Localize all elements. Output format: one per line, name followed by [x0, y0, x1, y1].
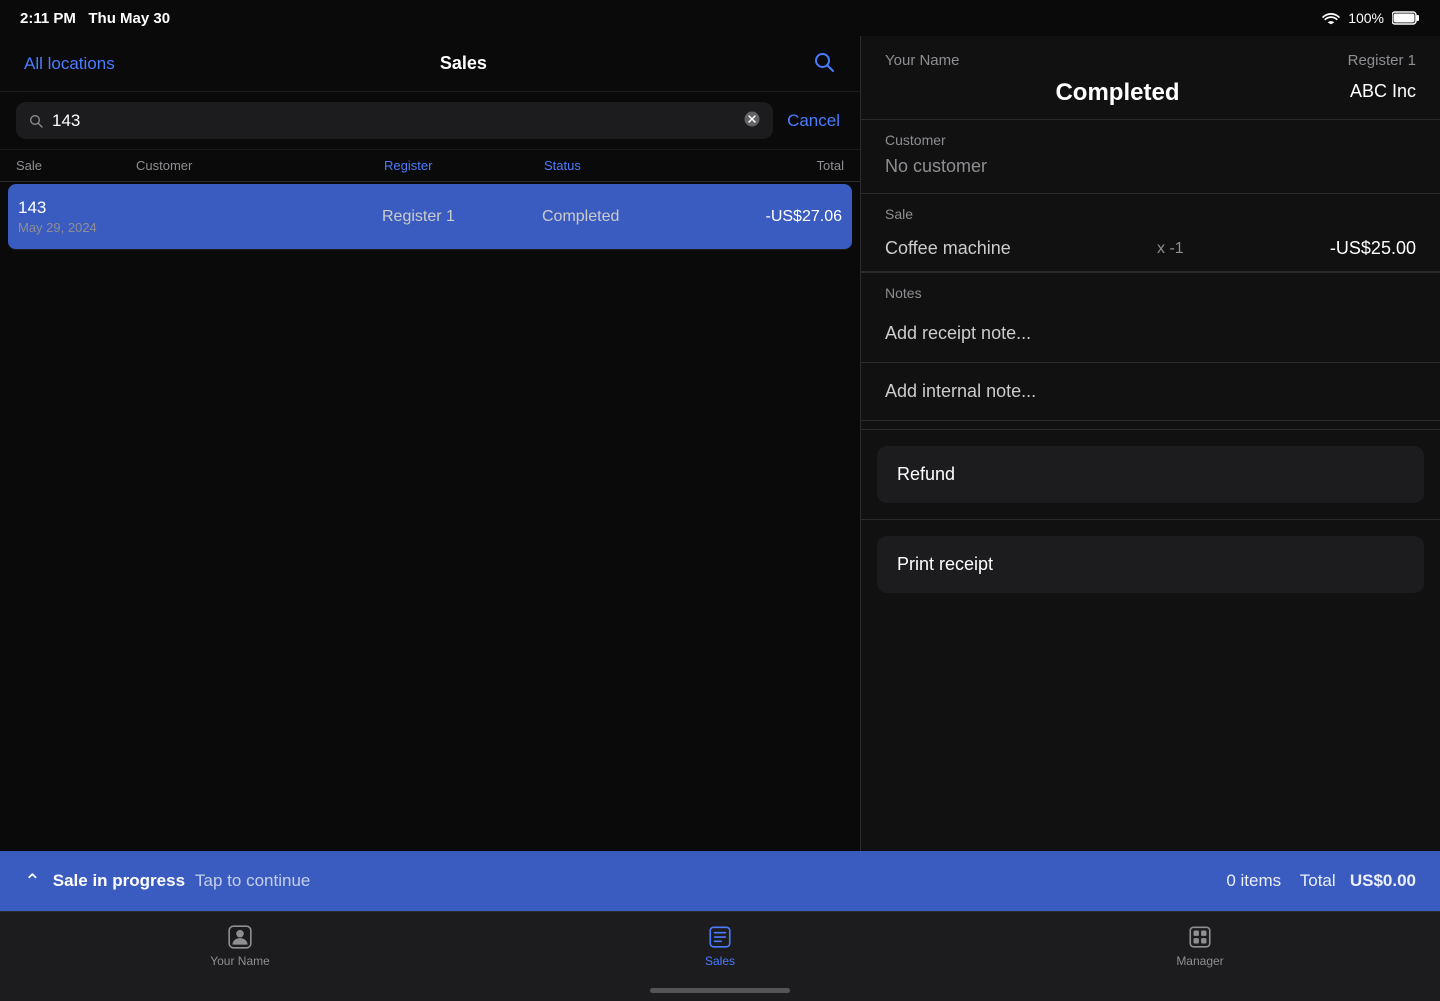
- notes-section: Notes Add receipt note... Add internal n…: [861, 273, 1440, 430]
- cancel-button[interactable]: Cancel: [783, 111, 844, 131]
- sale-register: Register 1: [382, 208, 542, 226]
- all-locations-button[interactable]: All locations: [24, 54, 115, 74]
- item-name: Coffee machine: [885, 238, 1011, 259]
- refund-section: Refund: [861, 430, 1440, 520]
- items-count: 0 items: [1226, 871, 1281, 890]
- print-receipt-button[interactable]: Print receipt: [877, 536, 1424, 593]
- sale-in-progress-text: Sale in progress: [53, 871, 185, 891]
- manager-icon: [1187, 924, 1213, 950]
- home-indicator: [650, 988, 790, 993]
- tap-to-continue-text: Tap to continue: [195, 871, 310, 891]
- sale-section: Sale Coffee machine x -1 -US$25.00: [861, 194, 1440, 273]
- tab-sales[interactable]: Sales: [480, 920, 960, 968]
- col-total: Total: [704, 158, 844, 173]
- clear-icon: [743, 110, 761, 128]
- tab-your-name-label: Your Name: [210, 954, 270, 968]
- receipt-note-button[interactable]: Add receipt note...: [861, 305, 1440, 363]
- clear-search-button[interactable]: [743, 110, 761, 131]
- right-header-title: Completed: [1055, 79, 1179, 107]
- total-label: Total: [1300, 871, 1336, 890]
- col-status: Status: [544, 158, 704, 173]
- sale-total: -US$27.06: [702, 208, 842, 226]
- col-sale: Sale: [16, 158, 136, 173]
- sale-status: Completed: [542, 208, 702, 226]
- right-header-name: Your Name: [885, 52, 960, 69]
- sale-label: Sale: [861, 194, 1440, 226]
- table-row[interactable]: 143 May 29, 2024 Register 1 Completed -U…: [8, 184, 852, 250]
- col-customer: Customer: [136, 158, 384, 173]
- search-toggle-button[interactable]: [812, 50, 836, 77]
- customer-label: Customer: [861, 120, 1440, 152]
- sale-item-row: Coffee machine x -1 -US$25.00: [861, 226, 1440, 272]
- sale-number: 143: [18, 198, 138, 218]
- battery-icon: [1392, 11, 1420, 25]
- left-header: All locations Sales: [0, 36, 860, 92]
- right-header-register: Register 1: [1348, 52, 1416, 69]
- status-right: 100%: [1322, 10, 1420, 26]
- item-price: -US$25.00: [1330, 238, 1416, 259]
- person-icon: [227, 924, 253, 950]
- status-bar: 2:11 PM Thu May 30 100%: [0, 0, 1440, 36]
- battery-text: 100%: [1348, 10, 1384, 26]
- status-time: 2:11 PM Thu May 30: [20, 10, 170, 27]
- col-register: Register: [384, 158, 544, 173]
- bottom-sale-bar[interactable]: ⌃ Sale in progress Tap to continue 0 ite…: [0, 851, 1440, 911]
- sale-date: May 29, 2024: [18, 220, 138, 235]
- customer-value: No customer: [861, 152, 1440, 193]
- refund-button[interactable]: Refund: [877, 446, 1424, 503]
- sale-info: 143 May 29, 2024: [18, 198, 138, 235]
- right-header: Your Name Register 1 Completed ABC Inc: [861, 36, 1440, 120]
- sales-icon: [707, 924, 733, 950]
- tab-your-name[interactable]: Your Name: [0, 920, 480, 968]
- chevron-up-icon: ⌃: [24, 869, 41, 894]
- total-value: US$0.00: [1350, 871, 1416, 890]
- search-icon: [812, 50, 836, 74]
- search-bar: Cancel: [0, 92, 860, 150]
- internal-note-button[interactable]: Add internal note...: [861, 363, 1440, 421]
- search-field-icon: [28, 113, 44, 129]
- page-title: Sales: [440, 53, 487, 74]
- customer-section: Customer No customer: [861, 120, 1440, 194]
- table-header: Sale Customer Register Status Total: [0, 150, 860, 182]
- print-section: Print receipt: [861, 520, 1440, 609]
- search-field[interactable]: [16, 102, 773, 139]
- bar-total: 0 items Total US$0.00: [1226, 871, 1416, 891]
- tab-manager[interactable]: Manager: [960, 920, 1440, 968]
- wifi-icon: [1322, 11, 1340, 25]
- item-qty: x -1: [1157, 240, 1184, 258]
- search-input[interactable]: [52, 111, 735, 131]
- tab-manager-label: Manager: [1176, 954, 1223, 968]
- tab-sales-label: Sales: [705, 954, 735, 968]
- notes-label: Notes: [861, 273, 1440, 305]
- right-header-company: ABC Inc: [1350, 81, 1416, 102]
